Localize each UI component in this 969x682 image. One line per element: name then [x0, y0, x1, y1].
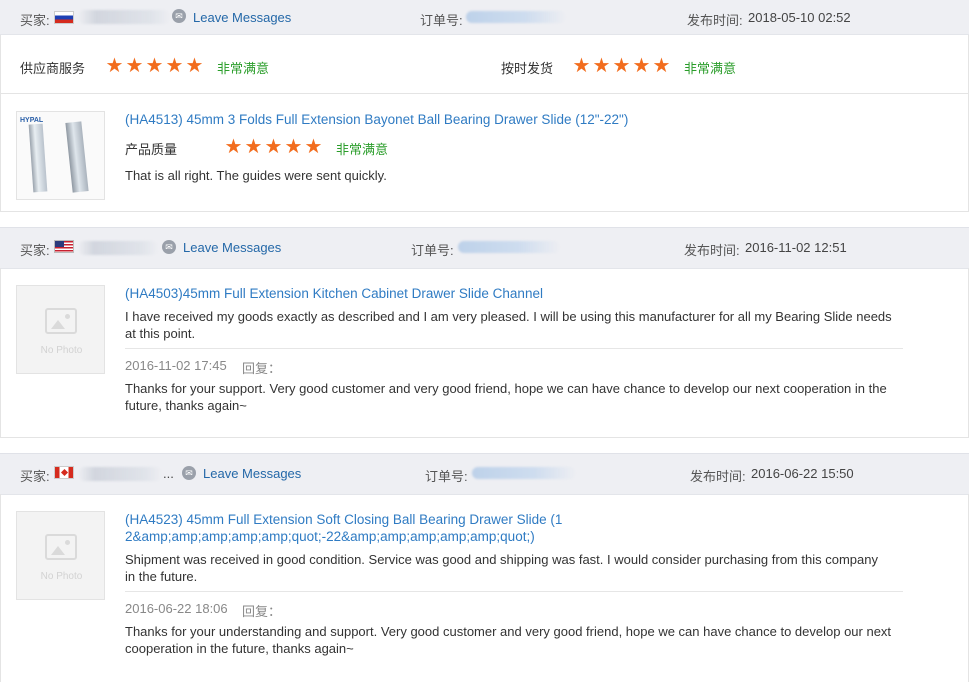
buyer-name-redacted [78, 10, 170, 24]
leave-messages-link[interactable]: Leave Messages [203, 466, 301, 481]
product-thumbnail[interactable]: HYPAL [16, 111, 105, 200]
no-photo-label: No Photo [40, 571, 83, 582]
message-icon[interactable]: ✉ [172, 9, 186, 23]
star-icon: ★ [284, 136, 304, 158]
product-title-link[interactable]: (HA4503)45mm Full Extension Kitchen Cabi… [125, 285, 543, 302]
star-icon: ★ [185, 55, 205, 77]
date-value: 2016-11-02 12:51 [745, 240, 847, 255]
product-title-link[interactable]: (HA4513) 45mm 3 Folds Full Extension Bay… [125, 111, 628, 128]
drawer-slide-image [28, 123, 48, 193]
buyer-label: 买家: [20, 243, 50, 258]
reply-date: 2016-11-02 17:45 [125, 358, 227, 373]
buyer-name-ellipsis: ... [163, 466, 174, 481]
review-header: 买家: ✉ Leave Messages 订单号: 发布时间: 2016-11-… [0, 227, 969, 269]
order-label: 订单号: [420, 13, 463, 28]
order-number-redacted [466, 11, 566, 23]
reply-label: 回复： [242, 361, 282, 376]
leave-messages-link[interactable]: Leave Messages [193, 10, 291, 25]
review-header: 买家: ✉ Leave Messages 订单号: 发布时间: 2018-05-… [0, 0, 969, 35]
seller-ratings: 供应商服务 ★★★★★ 非常满意 按时发货 ★★★★★ 非常满意 [0, 35, 969, 94]
review-comment: That is all right. The guides were sent … [125, 168, 387, 183]
review-body: No Photo (HA4503)45mm Full Extension Kit… [0, 268, 969, 438]
review-comment: I have received my goods exactly as desc… [125, 309, 892, 341]
drawer-slide-image [65, 121, 89, 193]
flag-usa-icon [54, 240, 74, 253]
star-icon: ★ [244, 136, 264, 158]
on-time-stars: ★★★★★ [572, 56, 672, 76]
order-label: 订单号: [411, 243, 454, 258]
product-quality-stars: ★★★★★ [224, 137, 324, 157]
buyer-label: 买家: [20, 469, 50, 484]
review-header: 买家: ... ✉ Leave Messages 订单号: 发布时间: 2016… [0, 453, 969, 495]
date-value: 2016-06-22 15:50 [751, 466, 854, 481]
date-value: 2018-05-10 02:52 [748, 10, 851, 25]
leave-messages-link[interactable]: Leave Messages [183, 240, 281, 255]
reply-label: 回复： [242, 604, 282, 619]
date-label: 发布时间: [690, 469, 746, 484]
flag-canada-icon [54, 466, 74, 479]
star-icon: ★ [105, 55, 125, 77]
order-label: 订单号: [425, 469, 468, 484]
buyer-label: 买家: [20, 13, 50, 28]
product-quality-rating: 非常满意 [336, 142, 389, 157]
date-label: 发布时间: [687, 13, 743, 28]
star-icon: ★ [572, 55, 592, 77]
star-icon: ★ [304, 136, 324, 158]
on-time-rating: 非常满意 [684, 61, 737, 76]
star-icon: ★ [165, 55, 185, 77]
star-icon: ★ [224, 136, 244, 158]
reply-date: 2016-06-22 18:06 [125, 601, 228, 616]
order-number-redacted [472, 467, 576, 479]
seller-reply: Thanks for your support. Very good custo… [125, 381, 887, 413]
review-comment: Shipment was received in good condition.… [125, 552, 878, 584]
star-icon: ★ [264, 136, 284, 158]
star-icon: ★ [612, 55, 632, 77]
product-quality-label: 产品质量 [125, 142, 178, 157]
review-body: HYPAL (HA4513) 45mm 3 Folds Full Extensi… [0, 94, 969, 212]
star-icon: ★ [145, 55, 165, 77]
product-thumbnail[interactable]: No Photo [16, 285, 105, 374]
star-icon: ★ [652, 55, 672, 77]
supplier-service-stars: ★★★★★ [105, 56, 205, 76]
divider [125, 591, 903, 592]
order-number-redacted [458, 241, 560, 253]
seller-reply: Thanks for your understanding and suppor… [125, 624, 892, 656]
star-icon: ★ [632, 55, 652, 77]
product-thumbnail[interactable]: No Photo [16, 511, 105, 600]
message-icon[interactable]: ✉ [162, 240, 176, 254]
star-icon: ★ [125, 55, 145, 77]
no-photo-icon [45, 308, 77, 334]
no-photo-icon [45, 534, 77, 560]
star-icon: ★ [592, 55, 612, 77]
buyer-name-redacted [78, 467, 162, 481]
product-title-link[interactable]: (HA4523) 45mm Full Extension Soft Closin… [125, 511, 565, 545]
message-icon[interactable]: ✉ [182, 466, 196, 480]
supplier-service-rating: 非常满意 [217, 61, 270, 76]
on-time-label: 按时发货 [501, 61, 554, 76]
review-body: No Photo (HA4523) 45mm Full Extension So… [0, 494, 969, 682]
date-label: 发布时间: [684, 243, 740, 258]
flag-russia-icon [54, 11, 74, 24]
buyer-name-redacted [78, 241, 158, 255]
supplier-service-label: 供应商服务 [20, 61, 86, 76]
no-photo-label: No Photo [40, 345, 83, 356]
divider [125, 348, 903, 349]
